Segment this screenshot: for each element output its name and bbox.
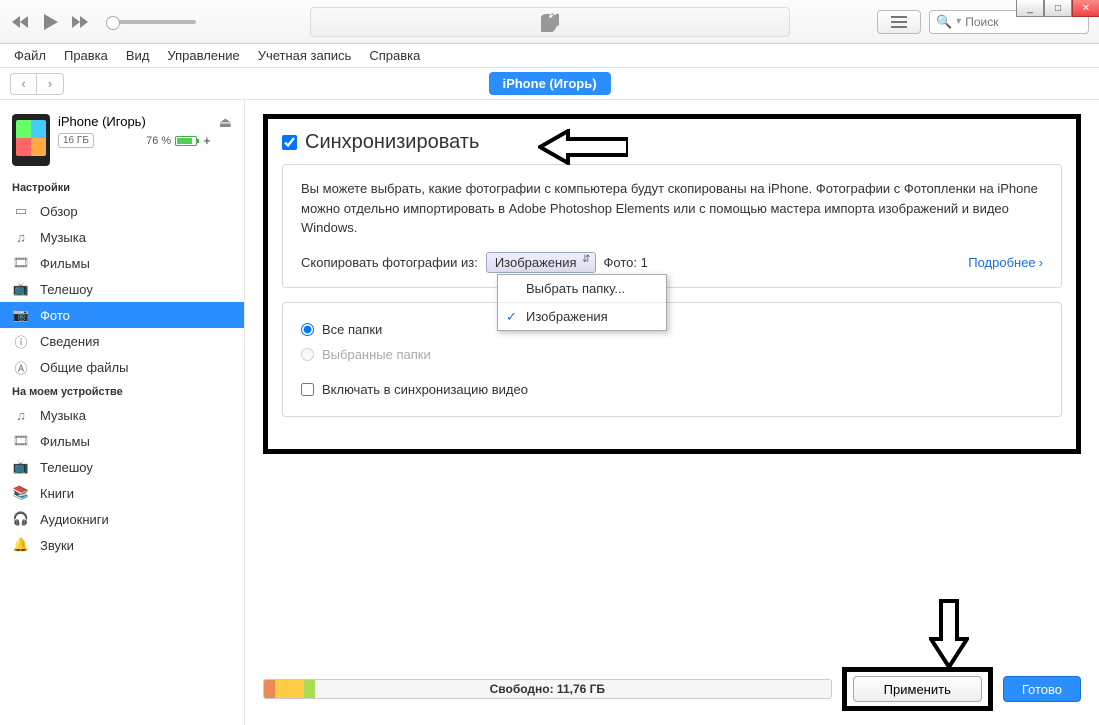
capacity-bar: Свободно: 11,76 ГБ [263,679,832,699]
sync-description: Вы можете выбрать, какие фотографии с ко… [301,179,1043,238]
menu-view[interactable]: Вид [126,48,150,63]
sidebar: iPhone (Игорь) 16 ГБ 76 % + ⏏ Настройки … [0,100,245,725]
apps-icon: Ⓐ [12,359,30,375]
device-item-music[interactable]: ♫Музыка [0,402,244,428]
radio-all-folders[interactable]: Все папки [301,317,1043,342]
photo-count: Фото: 1 [604,255,648,270]
play-button[interactable] [40,11,62,33]
include-video-checkbox[interactable]: Включать в синхронизацию видео [301,377,1043,402]
prev-button[interactable] [10,11,32,33]
dropdown-choose-folder[interactable]: Выбрать папку... [498,275,666,303]
device-item-tones[interactable]: 🔔Звуки [0,532,244,558]
source-select[interactable]: Изображения [486,252,596,273]
annotation-arrow-down [929,599,969,669]
info-icon: ⓘ [12,333,30,349]
menu-help[interactable]: Справка [369,48,420,63]
sidebar-item-photos[interactable]: 📷Фото [0,302,244,328]
sync-description-panel: Вы можете выбрать, какие фотографии с ко… [282,164,1062,288]
audiobook-icon: 🎧 [12,511,30,527]
search-icon: 🔍 [936,14,952,30]
dropdown-images[interactable]: Изображения [498,303,666,330]
music-icon: ♫ [12,229,30,245]
window-controls: _ □ ✕ [1016,0,1099,17]
capacity-seg-audio [264,680,275,698]
sidebar-item-overview[interactable]: ▭Обзор [0,198,244,224]
apply-highlight-box: Применить [842,667,993,711]
battery-status: 76 % + [146,133,211,148]
sidebar-item-movies[interactable]: 🎞Фильмы [0,250,244,276]
menu-file[interactable]: Файл [14,48,46,63]
nav-forward-button[interactable]: › [37,74,63,94]
sidebar-item-sharedfiles[interactable]: ⒶОбщие файлы [0,354,244,380]
film-icon: 🎞 [12,255,30,271]
on-device-section-title: На моем устройстве [0,380,244,402]
tv-icon: 📺 [12,281,30,297]
bell-icon: 🔔 [12,537,30,553]
sync-checkbox[interactable] [282,135,297,150]
device-item-tvshows[interactable]: 📺Телешоу [0,454,244,480]
volume-slider[interactable] [106,20,196,24]
menu-edit[interactable]: Правка [64,48,108,63]
source-dropdown: Выбрать папку... Изображения [497,274,667,331]
radio-selected-input [301,348,314,361]
highlighted-sync-box: Синхронизировать Вы можете выбрать, каки… [263,114,1081,454]
free-space-label: Свободно: 11,76 ГБ [490,682,605,696]
storage-chip: 16 ГБ [58,133,94,148]
device-header: iPhone (Игорь) 16 ГБ 76 % + ⏏ [0,110,244,176]
playback-controls [10,11,196,33]
nav-arrows: ‹ › [10,73,64,95]
device-name: iPhone (Игорь) [58,114,211,129]
content-area: Синхронизировать Вы можете выбрать, каки… [245,100,1099,725]
radio-all-input[interactable] [301,323,314,336]
close-button[interactable]: ✕ [1072,0,1099,17]
maximize-button[interactable]: □ [1044,0,1072,17]
sync-title: Синхронизировать [305,131,479,154]
battery-icon [175,136,197,146]
more-link[interactable]: Подробнее› [968,255,1043,270]
sync-options-panel: Все папки Выбранные папки Включать в син… [282,302,1062,417]
menubar: Файл Правка Вид Управление Учетная запис… [0,44,1099,68]
sidebar-item-music[interactable]: ♫Музыка [0,224,244,250]
done-button[interactable]: Готово [1003,676,1081,702]
chevron-right-icon: › [1039,255,1043,270]
footer-bar: Свободно: 11,76 ГБ Применить Готово [263,667,1081,711]
overview-icon: ▭ [12,203,30,219]
eject-button[interactable]: ⏏ [219,114,232,131]
tv-icon: 📺 [12,459,30,475]
capacity-seg-apps [304,680,315,698]
settings-section-title: Настройки [0,176,244,198]
apply-button[interactable]: Применить [853,676,982,702]
menu-account[interactable]: Учетная запись [258,48,352,63]
camera-icon: 📷 [12,307,30,323]
nav-back-button[interactable]: ‹ [11,74,37,94]
music-icon: ♫ [12,407,30,423]
device-item-books[interactable]: 📚Книги [0,480,244,506]
list-view-button[interactable] [877,10,921,34]
sidebar-item-info[interactable]: ⓘСведения [0,328,244,354]
copy-from-label: Скопировать фотографии из: [301,255,478,270]
top-toolbar: 🔍 ▾ _ □ ✕ [0,0,1099,44]
nav-row: ‹ › iPhone (Игорь) [0,68,1099,100]
menu-controls[interactable]: Управление [167,48,239,63]
include-video-input[interactable] [301,383,314,396]
device-thumbnail [12,114,50,166]
device-pill[interactable]: iPhone (Игорь) [488,72,610,95]
device-item-audiobooks[interactable]: 🎧Аудиокниги [0,506,244,532]
book-icon: 📚 [12,485,30,501]
annotation-arrow-left [538,129,628,165]
device-item-movies[interactable]: 🎞Фильмы [0,428,244,454]
minimize-button[interactable]: _ [1016,0,1044,17]
radio-selected-folders: Выбранные папки [301,342,1043,367]
now-playing-display [310,7,790,37]
film-icon: 🎞 [12,433,30,449]
next-button[interactable] [70,11,92,33]
capacity-seg-photos [275,680,303,698]
sidebar-item-tvshows[interactable]: 📺Телешоу [0,276,244,302]
